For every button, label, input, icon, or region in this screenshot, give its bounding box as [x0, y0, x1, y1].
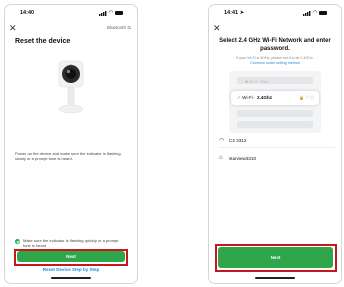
- status-time: 14:41 ➤: [224, 10, 245, 16]
- close-icon[interactable]: ✕: [213, 24, 221, 33]
- signal-icon: [98, 10, 107, 16]
- confirm-checkbox-row[interactable]: Make sure the indicator is flashing quic…: [15, 238, 127, 248]
- battery-icon: [319, 11, 327, 15]
- wifi-icon: ◠: [219, 137, 225, 144]
- home-indicator: [51, 277, 91, 279]
- reset-instructions: Power on the device and make sure the in…: [15, 151, 121, 162]
- wifi-band-illustration: ✕ Wi-Fi · 5Ghz ✓ Wi-Fi · 2.4Ghz 🔒 ◠ ⓘ: [229, 71, 321, 133]
- signal-icon: [302, 10, 311, 16]
- home-indicator: [255, 277, 295, 279]
- lock-wifi-info-icons: 🔒 ◠ ⓘ: [299, 95, 314, 100]
- check-icon: ✓: [237, 95, 241, 100]
- bluetooth-link[interactable]: Bluetooth ⇆: [107, 25, 131, 31]
- next-button[interactable]: Next: [17, 251, 125, 262]
- cross-icon: ✕: [245, 80, 249, 84]
- check-icon[interactable]: [15, 239, 20, 244]
- network-row[interactable]: ◠ C2 3312: [219, 135, 333, 145]
- wifi-status-icon: ◠: [312, 10, 317, 16]
- next-button[interactable]: Next: [218, 247, 333, 268]
- wifi-status-icon: ◠: [108, 10, 113, 16]
- reset-device-screen: 14:40 ◠ ✕ Bluetooth ⇆ Reset the device P…: [4, 4, 138, 284]
- illus-24ghz-card: ✓ Wi-Fi · 2.4Ghz 🔒 ◠ ⓘ: [231, 91, 319, 105]
- confirm-text: Make sure the indicator is flashing quic…: [23, 238, 119, 248]
- router-setting-link[interactable]: Common router setting method: [219, 61, 331, 65]
- illus-row: [237, 110, 313, 117]
- battery-icon: [115, 11, 123, 15]
- page-title: Reset the device: [15, 38, 71, 45]
- close-icon[interactable]: ✕: [9, 24, 17, 33]
- network-name: C2 3312: [229, 137, 247, 143]
- illus-5ghz-row: ✕ Wi-Fi · 5Ghz: [245, 80, 270, 84]
- reset-step-by-step-link[interactable]: Reset Device Step by Step: [5, 267, 137, 272]
- network-row[interactable]: ⌂ starview3310: [219, 153, 333, 163]
- divider: [219, 147, 335, 148]
- wifi-setup-screen: 14:41 ➤ ◠ ✕ Select 2.4 GHz Wi-Fi Network…: [208, 4, 342, 284]
- network-name: starview3310: [229, 155, 257, 161]
- bluetooth-link-label: Bluetooth: [106, 25, 126, 30]
- camera-illustration: [58, 60, 84, 114]
- page-title: Select 2.4 GHz Wi-Fi Network and enter p…: [219, 38, 331, 52]
- status-time: 14:40: [20, 10, 35, 16]
- illus-row: [237, 121, 313, 128]
- status-bar: 14:40 ◠: [5, 10, 137, 18]
- location-arrow-icon: ➤: [239, 10, 245, 16]
- band-hint: If your Wi-Fi is 5GHz, please set it to …: [236, 56, 314, 60]
- status-bar: 14:41 ➤ ◠: [209, 10, 341, 18]
- lock-icon: ⌂: [219, 155, 223, 161]
